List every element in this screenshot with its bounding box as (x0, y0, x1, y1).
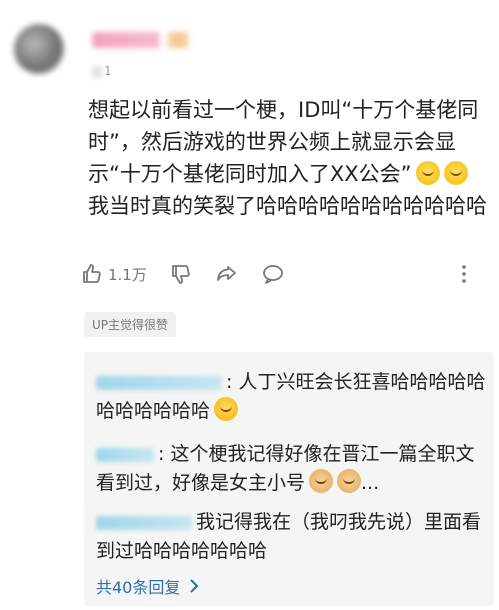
reply-username[interactable] (96, 515, 192, 530)
thumbs-down-icon (171, 265, 190, 284)
comment-text: 想起以前看过一个梗，ID叫“十万个基佬同时”，然后游戏的世界公频上就显示会显示“… (88, 94, 488, 222)
view-all-replies[interactable]: 共40条回复 (96, 574, 202, 598)
more-icon (462, 265, 466, 283)
like-count: 1.1万 (108, 265, 147, 284)
chevron-right-icon (190, 579, 199, 593)
share-icon (216, 266, 236, 281)
comment-body-2: 我当时真的笑裂了哈哈哈哈哈哈哈哈哈哈哈 (88, 194, 487, 218)
smirk-icon (214, 397, 239, 421)
view-all-label: 共40条回复 (96, 578, 181, 597)
user-badge (168, 32, 188, 48)
user-level: 1 (92, 64, 112, 78)
more-button[interactable] (452, 262, 476, 290)
comment-icon (262, 265, 283, 284)
avatar[interactable] (14, 24, 64, 74)
dislike-button[interactable] (169, 262, 193, 286)
share-button[interactable] (215, 262, 239, 286)
laugh-cry-icon (415, 161, 440, 185)
list-item[interactable]: 我记得我在（我叼我先说）里面看到过哈哈哈哈哈哈哈 (96, 508, 488, 566)
doge-icon (337, 469, 362, 493)
reply-ellipsis: ... (361, 472, 380, 494)
laugh-cry-icon (443, 161, 468, 185)
reply-username[interactable] (96, 447, 154, 462)
reply-username[interactable] (96, 375, 222, 390)
doge-icon (309, 469, 334, 493)
list-item[interactable]: : 这个梗我记得好像在晋江一篇全职文看到过，好像是女主小号... (96, 440, 488, 498)
reply-button[interactable] (261, 262, 285, 286)
comment-actions: 1.1万 (80, 260, 490, 288)
up-liked-badge: UP主觉得很赞 (84, 312, 177, 337)
list-item[interactable]: : 人丁兴旺会长狂喜哈哈哈哈哈哈哈哈哈哈哈 (96, 368, 488, 426)
like-button[interactable]: 1.1万 (80, 262, 147, 286)
thumbs-up-icon (83, 264, 101, 283)
reply-list: : 人丁兴旺会长狂喜哈哈哈哈哈哈哈哈哈哈哈 : 这个梗我记得好像在晋江一篇全职文… (84, 352, 494, 606)
username[interactable] (92, 32, 160, 48)
